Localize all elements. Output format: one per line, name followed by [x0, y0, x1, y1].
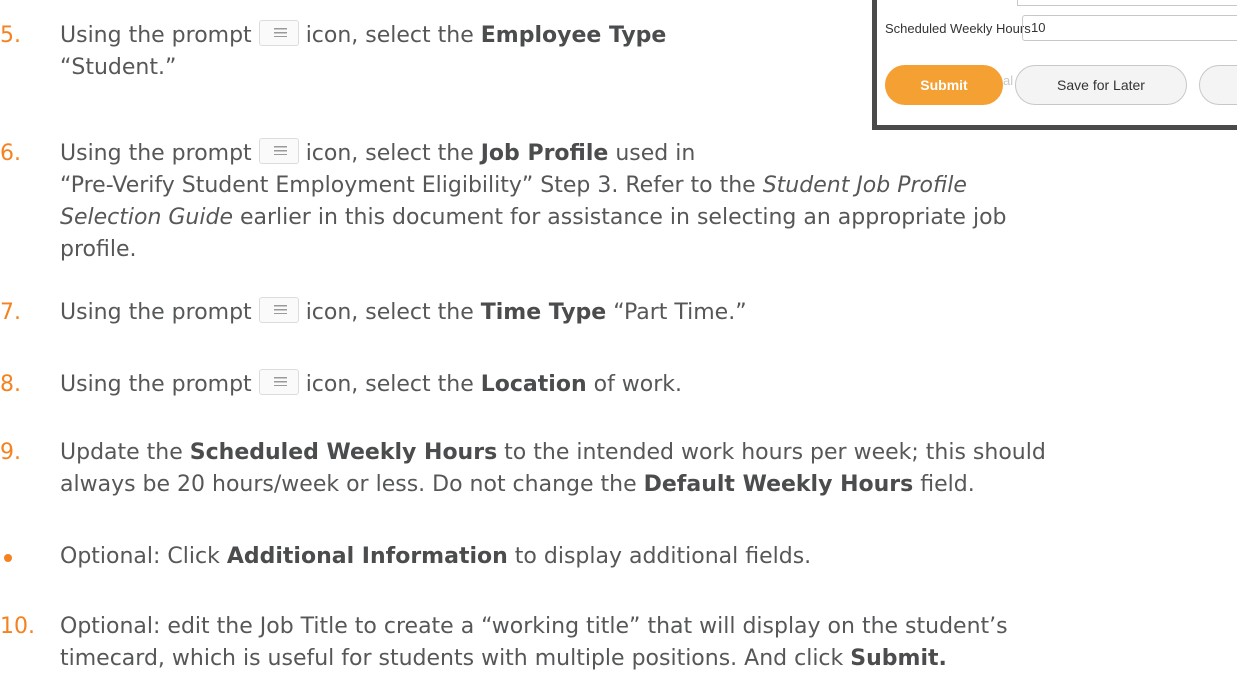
step-text: field. — [920, 472, 975, 497]
step-text: icon, select the — [305, 23, 474, 48]
step-text: of work. — [593, 372, 683, 397]
prompt-icon — [258, 20, 299, 46]
step-number: 7. — [0, 300, 21, 325]
save-for-later-button[interactable]: Save for Later — [1015, 65, 1187, 105]
step-number: 10. — [0, 614, 35, 639]
submit-button[interactable]: Submit — [885, 65, 1003, 105]
workday-form-screenshot: Scheduled Weekly Hours 10 Submit al Save… — [872, 0, 1237, 130]
bullet-icon — [4, 554, 12, 562]
job-profile-term: Job Profile — [480, 141, 609, 166]
guide-title: Selection Guide — [60, 205, 233, 230]
step-text: used in — [615, 141, 696, 166]
additional-information-term: Additional Information — [226, 544, 508, 569]
step-number: 8. — [0, 372, 21, 397]
cancel-button[interactable] — [1199, 65, 1237, 105]
time-type-term: Time Type — [480, 300, 607, 325]
step-number: 9. — [0, 440, 21, 465]
submit-term: Submit. — [850, 646, 947, 671]
scheduled-weekly-hours-term: Scheduled Weekly Hours — [189, 440, 498, 465]
step-text: timecard, which is useful for students w… — [60, 646, 844, 671]
step-text: Optional: edit the Job Title to create a… — [60, 614, 1008, 639]
guide-title: Student Job Profile — [762, 173, 967, 198]
step-text: earlier in this document for assistance … — [239, 205, 1007, 230]
step-text: Update the — [60, 440, 183, 465]
step-number: 5. — [0, 23, 21, 48]
default-weekly-hours-term: Default Weekly Hours — [643, 472, 914, 497]
step-text: to display additional fields. — [514, 544, 812, 569]
scheduled-weekly-hours-label: Scheduled Weekly Hours — [885, 21, 1031, 36]
employee-type-term: Employee Type — [480, 23, 667, 48]
step-text: icon, select the — [305, 141, 474, 166]
previous-field-input[interactable] — [1017, 0, 1237, 6]
step-number: 6. — [0, 141, 21, 166]
prompt-icon — [258, 369, 299, 395]
step-text: profile. — [60, 237, 137, 262]
step-text: always be 20 hours/week or less. Do not … — [60, 472, 637, 497]
prompt-icon — [258, 297, 299, 323]
step-text: to the intended work hours per week; thi… — [504, 440, 1046, 465]
step-text: icon, select the — [305, 372, 474, 397]
step-text: “Pre-Verify Student Employment Eligibili… — [60, 173, 756, 198]
step-text: Optional: Click — [60, 544, 220, 569]
ghost-text: al — [1003, 73, 1014, 88]
scheduled-weekly-hours-input[interactable]: 10 — [1022, 15, 1237, 41]
step-text: Using the prompt — [60, 300, 252, 325]
location-term: Location — [480, 372, 587, 397]
step-text: “Student.” — [60, 55, 177, 80]
step-text: icon, select the — [305, 300, 474, 325]
step-text: Using the prompt — [60, 372, 252, 397]
step-text: Using the prompt — [60, 141, 252, 166]
step-text: Using the prompt — [60, 23, 252, 48]
step-text: “Part Time.” — [613, 300, 747, 325]
prompt-icon — [258, 138, 299, 164]
